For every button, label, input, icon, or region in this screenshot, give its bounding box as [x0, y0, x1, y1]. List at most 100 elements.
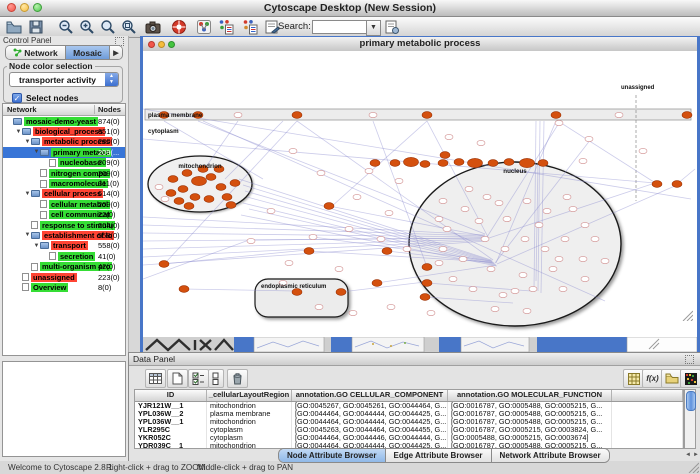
network-window-titlebar[interactable]: primary metabolic process: [143, 37, 697, 52]
gene-node[interactable]: [469, 286, 477, 291]
column-header-annotation-go-cellular-component[interactable]: annotation.GO CELLULAR_COMPONENT: [292, 390, 448, 401]
gene-node[interactable]: [487, 266, 495, 271]
tree-col-nodes[interactable]: Nodes: [94, 105, 121, 114]
table-row-ykr052c[interactable]: YKR052Ccytoplasm[GO:0044464, GO:0044446,…: [135, 434, 683, 442]
gene-node[interactable]: [601, 258, 609, 263]
gene-node[interactable]: [561, 236, 569, 241]
snapshot-icon[interactable]: [145, 19, 161, 35]
delete-attribute-icon[interactable]: [227, 369, 248, 388]
gene-node-cluster[interactable]: [468, 158, 483, 167]
gene-node[interactable]: [491, 306, 499, 311]
gene-node[interactable]: [555, 256, 563, 261]
layout-icon-2[interactable]: [242, 19, 258, 35]
gene-node[interactable]: [435, 216, 443, 221]
tree-item-cellular-process[interactable]: ▼cellular process614(0): [3, 189, 125, 199]
tree-item-biological-process[interactable]: ▼biological_process651(0): [3, 126, 125, 136]
tree-item-establishment-of-lo[interactable]: ▼establishment of lo558(0): [3, 230, 125, 240]
data-panel-float-icon[interactable]: [685, 355, 694, 364]
gene-node[interactable]: [499, 292, 507, 297]
gene-node[interactable]: [563, 194, 571, 199]
gene-node[interactable]: [521, 236, 529, 241]
gene-node[interactable]: [443, 226, 451, 231]
node-color-dropdown[interactable]: transporter activity ▲▼: [9, 72, 119, 87]
gene-node-selected[interactable]: [184, 203, 194, 210]
expand-arrow-icon[interactable]: ▼: [24, 139, 31, 145]
tree-item-transport[interactable]: ▼transport558(0): [3, 241, 125, 251]
network-resize-grip[interactable]: [680, 308, 693, 321]
gene-node-selected[interactable]: [168, 176, 178, 183]
tree-item-macromolecule[interactable]: macromolecule311(0): [3, 178, 125, 188]
gene-node[interactable]: [445, 134, 453, 139]
gene-node-selected[interactable]: [206, 174, 216, 181]
heatmap-icon[interactable]: [680, 369, 700, 388]
gene-node[interactable]: [345, 226, 353, 231]
gene-node[interactable]: [461, 206, 469, 211]
gene-node-selected[interactable]: [292, 112, 302, 119]
gene-node-selected[interactable]: [370, 160, 380, 167]
gene-node-selected[interactable]: [230, 180, 240, 187]
tree-item-nitrogen-compo[interactable]: nitrogen compo209(0): [3, 168, 125, 178]
save-icon[interactable]: [28, 19, 44, 35]
expand-arrow-icon[interactable]: ▼: [24, 232, 31, 238]
tree-item-unassigned[interactable]: unassigned223(0): [3, 272, 125, 282]
gene-node-selected[interactable]: [672, 181, 682, 188]
gene-node[interactable]: [349, 310, 357, 315]
gene-node-selected[interactable]: [226, 202, 236, 209]
gene-node[interactable]: [439, 198, 447, 203]
gene-node[interactable]: [377, 236, 385, 241]
zoom-fit-icon[interactable]: [100, 19, 116, 35]
column-header-id[interactable]: ID: [135, 390, 207, 401]
gene-node[interactable]: [427, 310, 435, 315]
gene-node[interactable]: [365, 168, 373, 173]
app-resize-grip[interactable]: [687, 461, 699, 473]
gene-node[interactable]: [387, 304, 395, 309]
gene-node[interactable]: [465, 186, 473, 191]
close-window-icon[interactable]: [7, 3, 16, 12]
gene-node-selected[interactable]: [422, 112, 432, 119]
table-horizontal-scroll-arrows[interactable]: ◄►: [679, 450, 700, 459]
gene-node[interactable]: [315, 304, 323, 309]
column-header-filler[interactable]: [612, 390, 683, 401]
tree-item-response-to-stimulu[interactable]: response to stimulu264(0): [3, 220, 125, 230]
gene-node[interactable]: [353, 194, 361, 199]
gene-node[interactable]: [569, 206, 577, 211]
gene-node-selected[interactable]: [420, 161, 430, 168]
gene-node[interactable]: [559, 286, 567, 291]
function-builder-icon[interactable]: f(x): [642, 369, 663, 388]
gene-node[interactable]: [519, 272, 527, 277]
gene-node-selected[interactable]: [682, 112, 692, 119]
gene-node-selected[interactable]: [420, 294, 430, 301]
gene-node[interactable]: [535, 222, 543, 227]
table-row-ypl036w-1[interactable]: YPL036W__1mitochondrion[GO:0044464, GO:0…: [135, 418, 683, 426]
gene-node[interactable]: [309, 234, 317, 239]
open-icon[interactable]: [6, 19, 22, 35]
row-select-icon[interactable]: [208, 369, 224, 388]
gene-node-selected[interactable]: [178, 186, 188, 193]
gene-node[interactable]: [459, 256, 467, 261]
gene-node[interactable]: [591, 236, 599, 241]
gene-node-selected[interactable]: [179, 286, 189, 293]
tree-item-metabolic-process[interactable]: ▼metabolic process280(0): [3, 137, 125, 147]
gene-node[interactable]: [289, 148, 297, 153]
gene-node[interactable]: [579, 158, 587, 163]
gene-node[interactable]: [155, 184, 163, 189]
tree-item-cellular-metabol[interactable]: cellular metabol209(0): [3, 199, 125, 209]
gene-node-selected[interactable]: [382, 248, 392, 255]
select-nodes-checkbox[interactable]: ✓: [12, 93, 22, 103]
gene-node-selected[interactable]: [440, 152, 450, 159]
zoom-in-icon[interactable]: [79, 19, 95, 35]
gene-node[interactable]: [385, 210, 393, 215]
gene-node[interactable]: [549, 266, 557, 271]
tree-item-multi-organism-pro[interactable]: multi-organism pro42(0): [3, 261, 125, 271]
expand-arrow-icon[interactable]: ▼: [33, 243, 40, 249]
gene-node-selected[interactable]: [182, 170, 192, 177]
network-minimize-icon[interactable]: [158, 41, 165, 48]
gene-node[interactable]: [247, 238, 255, 243]
zoom-window-icon[interactable]: [33, 3, 42, 12]
gene-node[interactable]: [581, 222, 589, 227]
network-canvas[interactable]: plasma membrane cytoplasm mitochondrion …: [143, 51, 697, 337]
search-input[interactable]: [312, 20, 368, 34]
tree-item-nucleobase[interactable]: nucleobase-209(0): [3, 158, 125, 168]
new-attribute-icon[interactable]: [167, 369, 188, 388]
gene-node-selected[interactable]: [304, 248, 314, 255]
